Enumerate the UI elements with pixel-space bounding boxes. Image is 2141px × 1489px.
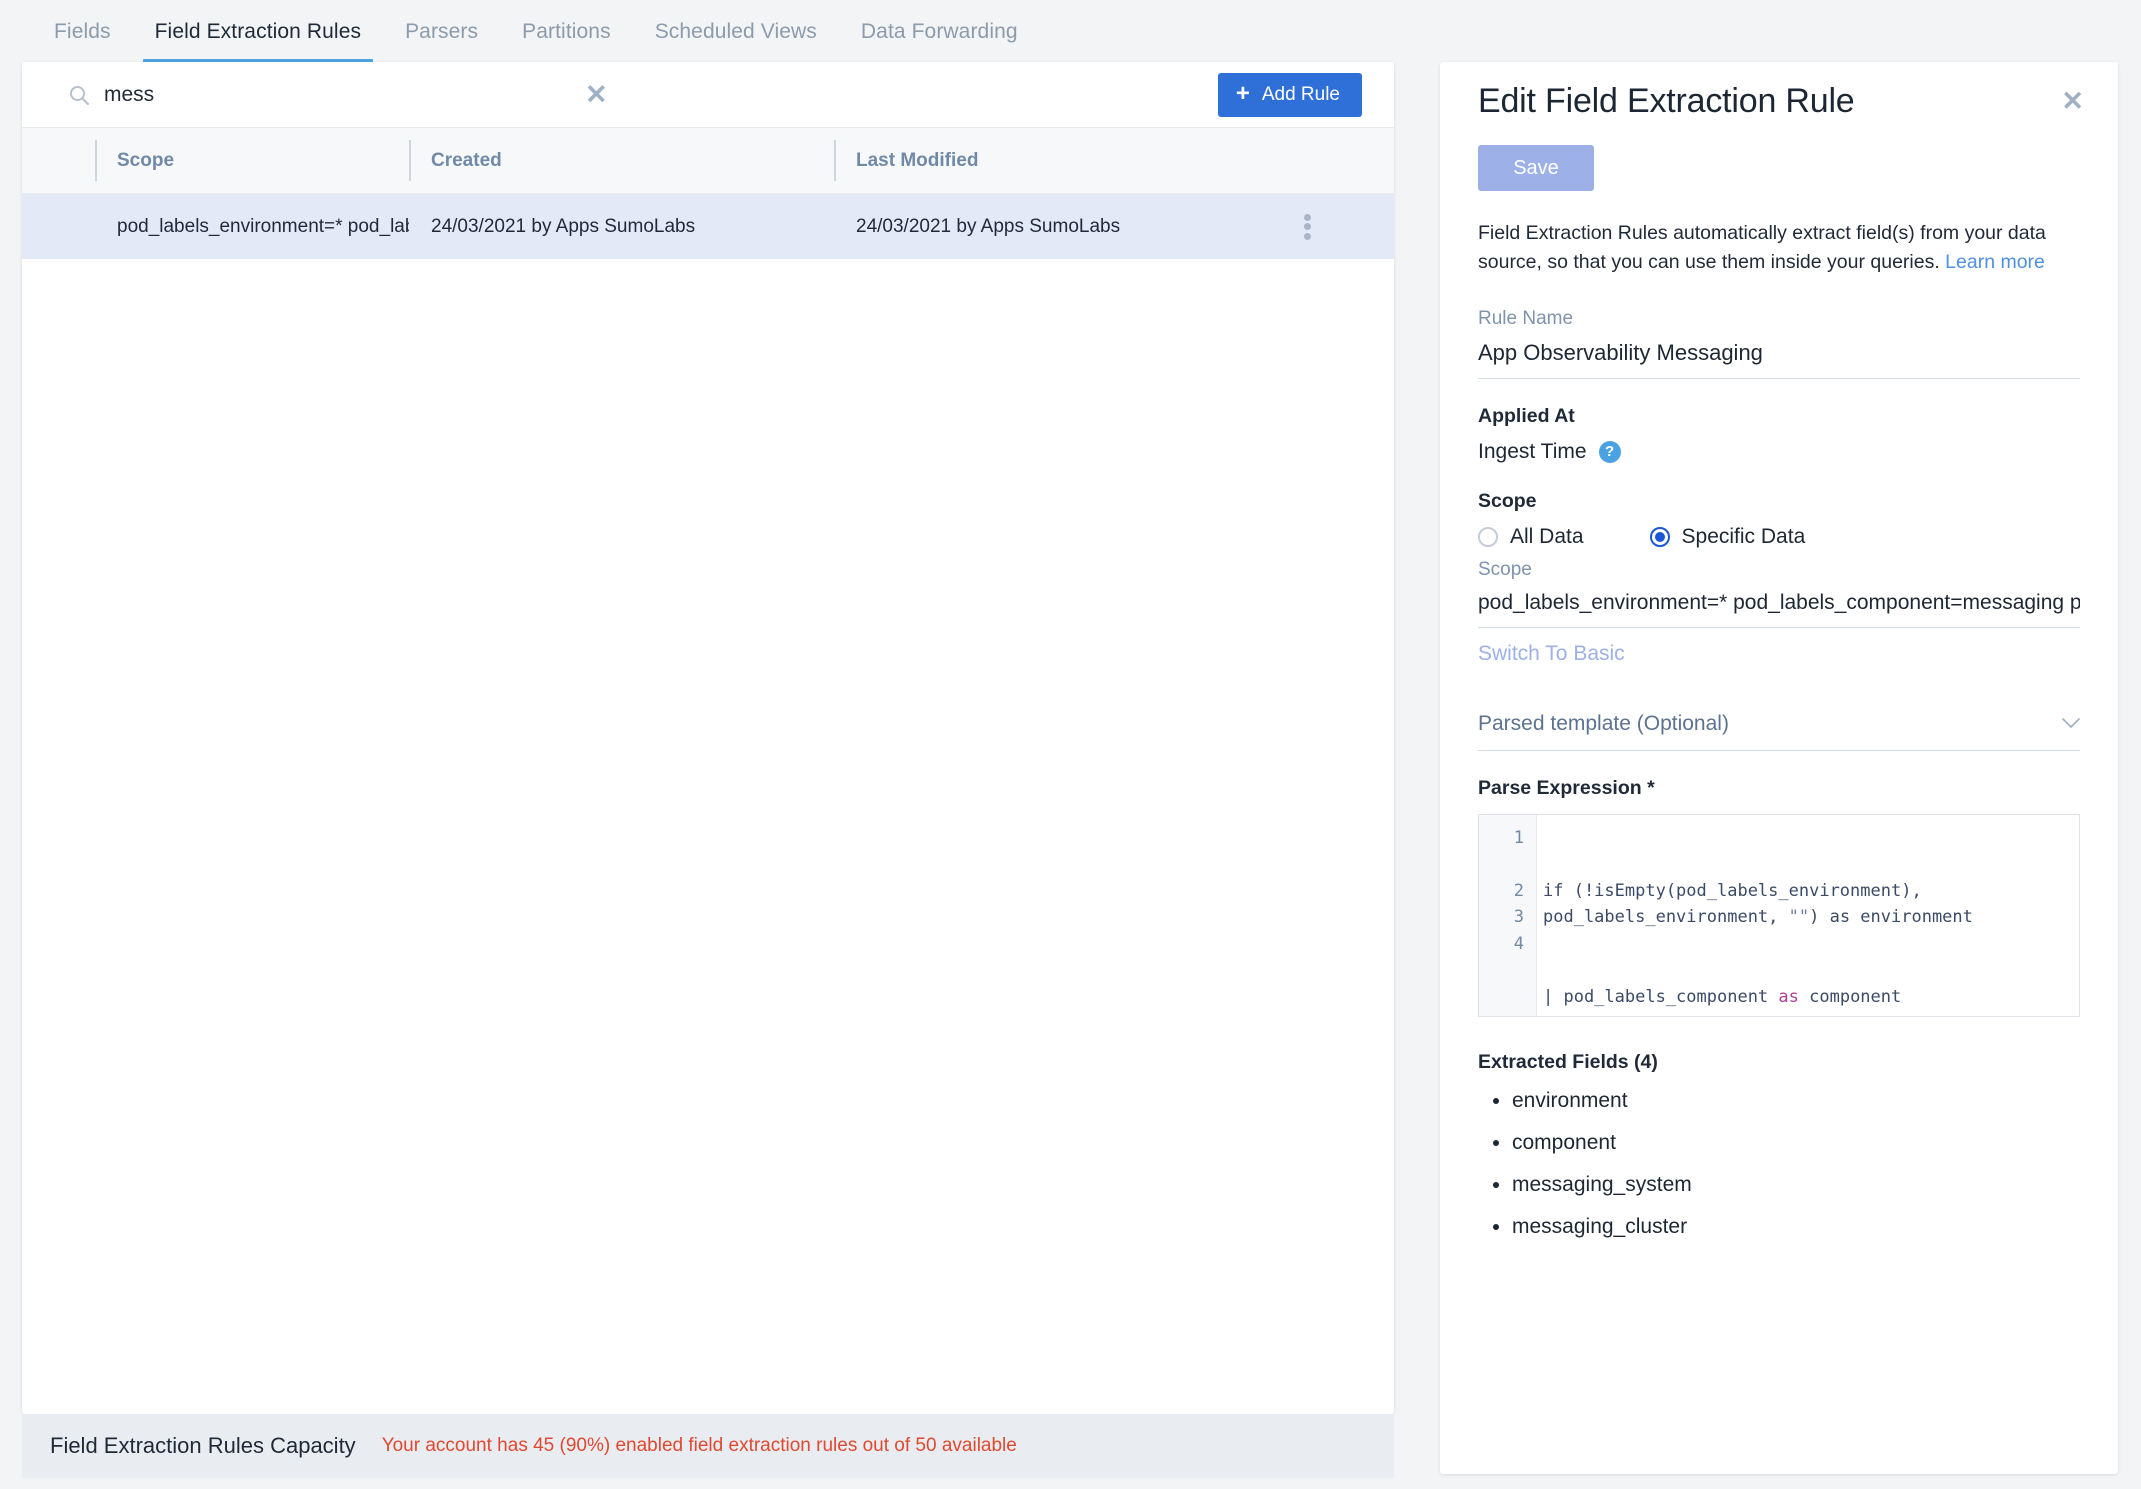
help-icon[interactable]: ? [1598, 440, 1621, 463]
tab-data-forwarding[interactable]: Data Forwarding [839, 0, 1040, 64]
code-line-2: | pod_labels_component as component [1543, 986, 1902, 1007]
rule-name-field[interactable]: App Observability Messaging [1478, 340, 2080, 379]
search-toolbar: ✕ + Add Rule [22, 62, 1394, 128]
radio-specific-data-icon[interactable] [1649, 526, 1670, 547]
close-icon[interactable]: ✕ [2061, 88, 2084, 115]
row-created-cell: 24/03/2021 by Apps SumoLabs [409, 194, 834, 259]
list-item: messaging_system [1512, 1174, 2080, 1195]
edit-rule-panel: ✕ Edit Field Extraction Rule Save Field … [1440, 62, 2118, 1474]
chevron-down-icon [2062, 715, 2080, 732]
rules-list-panel: ✕ + Add Rule Scope Created Last Modified… [22, 62, 1394, 1414]
row-kebab-menu-icon[interactable] [1286, 211, 1394, 242]
scope-section-label: Scope [1478, 489, 1537, 512]
scope-radio-group: All Data Specific Data [1478, 525, 2080, 549]
column-label: Last Modified [856, 149, 979, 171]
row-scope-text: pod_labels_environment=* pod_labels_comp… [117, 215, 409, 237]
editor-code-area[interactable]: if (!isEmpty(pod_labels_environment), po… [1537, 815, 2079, 1016]
column-header-actions [1264, 128, 1394, 193]
app-root: Fields Field Extraction Rules Parsers Pa… [0, 0, 2141, 1489]
search-icon [68, 84, 90, 106]
table-header: Scope Created Last Modified [22, 128, 1394, 194]
capacity-message: Your account has 45 (90%) enabled field … [381, 1435, 1017, 1456]
capacity-bar: Field Extraction Rules Capacity Your acc… [22, 1414, 1394, 1478]
list-item: environment [1512, 1090, 2080, 1111]
scope-input-label: Scope [1478, 558, 1532, 580]
column-header-created[interactable]: Created [409, 128, 834, 193]
radio-all-data[interactable]: All Data [1478, 525, 1584, 549]
applied-at-value-row: Ingest Time ? [1478, 440, 2080, 464]
row-select-cell[interactable] [22, 194, 95, 259]
table-row[interactable]: pod_labels_environment=* pod_labels_comp… [22, 194, 1394, 260]
capacity-title: Field Extraction Rules Capacity [50, 1433, 356, 1458]
parse-expression-label: Parse Expression * [1478, 776, 1655, 799]
tab-label: Fields [54, 20, 111, 43]
radio-specific-data-label: Specific Data [1681, 524, 1806, 548]
line-number: 2 [1513, 880, 1524, 901]
clear-search-icon[interactable]: ✕ [585, 81, 608, 108]
save-button[interactable]: Save [1478, 145, 1594, 191]
tab-scheduled-views[interactable]: Scheduled Views [633, 0, 839, 64]
row-created-text: 24/03/2021 by Apps SumoLabs [431, 215, 696, 237]
parsed-template-accordion[interactable]: Parsed template (Optional) [1478, 712, 2080, 751]
tab-parsers[interactable]: Parsers [383, 0, 500, 64]
rule-name-label: Rule Name [1478, 307, 1574, 329]
search-input[interactable] [104, 62, 544, 128]
parse-expression-editor[interactable]: 1 2 3 4 if (!isEmpty(pod_labels_environm… [1478, 813, 2080, 1017]
column-header-select [22, 128, 95, 193]
row-modified-cell: 24/03/2021 by Apps SumoLabs [834, 194, 1264, 259]
tab-label: Scheduled Views [654, 20, 817, 43]
tab-partitions[interactable]: Partitions [500, 0, 633, 64]
list-item: component [1512, 1132, 2080, 1153]
line-number: 1 [1513, 827, 1524, 848]
column-header-last-modified[interactable]: Last Modified [834, 128, 1264, 193]
list-item: messaging_cluster [1512, 1216, 2080, 1237]
panel-title: Edit Field Extraction Rule [1478, 82, 1855, 120]
column-header-scope[interactable]: Scope [95, 128, 409, 193]
tab-field-extraction-rules[interactable]: Field Extraction Rules [133, 0, 383, 64]
row-scope-cell: pod_labels_environment=* pod_labels_comp… [95, 194, 409, 259]
save-label: Save [1513, 156, 1559, 179]
tab-fields[interactable]: Fields [32, 0, 133, 64]
extracted-fields-list: environment component messaging_system m… [1478, 1090, 2080, 1237]
scope-input[interactable] [1478, 590, 2080, 628]
extracted-fields-title: Extracted Fields (4) [1478, 1050, 1658, 1073]
tab-bar: Fields Field Extraction Rules Parsers Pa… [0, 0, 1417, 64]
editor-gutter: 1 2 3 4 [1479, 814, 1537, 1016]
tab-label: Data Forwarding [860, 20, 1018, 43]
add-rule-label: Add Rule [1261, 83, 1340, 105]
column-label: Created [431, 149, 502, 171]
learn-more-link[interactable]: Learn more [1945, 251, 2045, 273]
radio-specific-data[interactable]: Specific Data [1649, 524, 1806, 549]
tab-label: Parsers [405, 20, 479, 43]
code-line-1: if (!isEmpty(pod_labels_environment), po… [1543, 880, 1973, 928]
row-modified-text: 24/03/2021 by Apps SumoLabs [856, 215, 1121, 237]
plus-icon: + [1235, 79, 1250, 107]
row-actions-cell [1264, 194, 1394, 259]
radio-all-data-icon[interactable] [1478, 526, 1498, 547]
scope-input-wrap: Scope [1478, 559, 2080, 628]
parsed-template-label: Parsed template (Optional) [1478, 711, 1729, 735]
tab-label: Partitions [522, 20, 611, 43]
panel-description: Field Extraction Rules automatically ext… [1478, 219, 2080, 278]
switch-to-basic-link[interactable]: Switch To Basic [1478, 642, 2080, 666]
add-rule-button[interactable]: + Add Rule [1217, 72, 1362, 117]
tab-label: Field Extraction Rules [154, 20, 362, 43]
column-label: Scope [117, 149, 175, 171]
radio-all-data-label: All Data [1510, 524, 1584, 548]
line-number: 3 [1513, 907, 1524, 927]
applied-at-value: Ingest Time [1478, 439, 1587, 463]
applied-at-label: Applied At [1478, 404, 1575, 427]
line-number: 4 [1513, 933, 1524, 954]
